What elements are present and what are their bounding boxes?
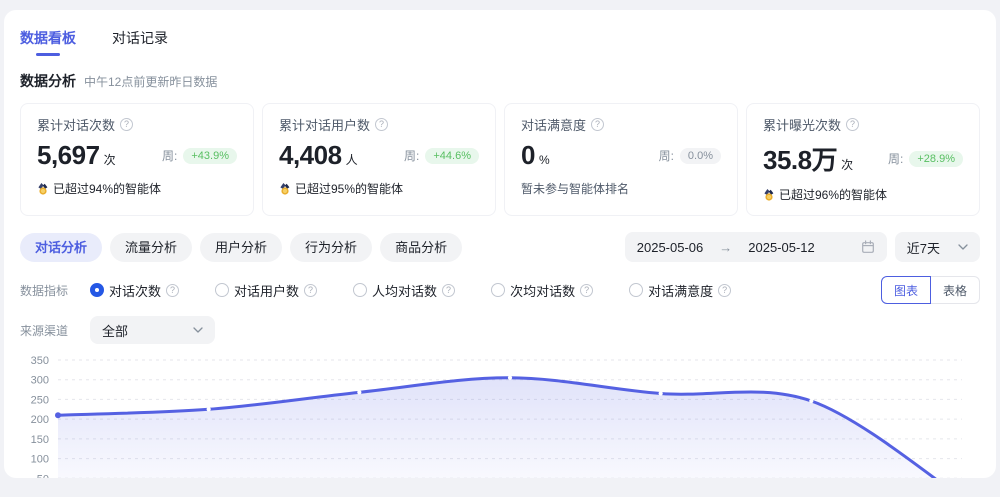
- source-channel-label: 来源渠道: [20, 323, 69, 338]
- week-change-badge: 0.0%: [679, 147, 721, 164]
- tab-conversation-log-label: 对话记录: [112, 30, 168, 46]
- radio-dot[interactable]: [629, 283, 644, 297]
- svg-text:150: 150: [31, 434, 49, 446]
- stat-title: 累计曝光次数: [763, 118, 842, 133]
- radio-dot[interactable]: [353, 283, 368, 297]
- chevron-down-icon: [958, 244, 968, 250]
- stat-value: 0: [521, 140, 535, 170]
- date-start[interactable]: 2025-05-06: [637, 240, 704, 255]
- metric-row: 数据指标 对话次数 ? 对话用户数 ? 人均对话数 ? 次均对话数 ? 对话满意…: [20, 276, 980, 304]
- svg-text:50: 50: [37, 473, 49, 478]
- section-title: 数据分析: [20, 73, 76, 89]
- stat-value: 35.8万: [763, 145, 838, 175]
- medal-icon: [764, 188, 774, 201]
- metrics-label: 数据指标: [20, 283, 69, 298]
- section-subtitle: 中午12点前更新昨日数据: [84, 75, 218, 89]
- stat-card-total-conversations: 累计对话次数 ? 5,697 次 周: +43.9% 已超过94%的智能体: [20, 103, 254, 216]
- week-label: 周:: [658, 149, 674, 163]
- date-preset-select[interactable]: 近7天: [894, 232, 980, 262]
- filter-row: 对话分析 流量分析 用户分析 行为分析 商品分析 2025-05-06 → 20…: [20, 232, 980, 262]
- date-preset-value: 近7天: [906, 240, 940, 256]
- stat-unit: 次: [841, 158, 854, 172]
- radio-satisfaction[interactable]: 对话满意度 ?: [629, 281, 732, 300]
- help-icon[interactable]: ?: [846, 118, 860, 131]
- radio-conversation-count[interactable]: 对话次数 ?: [90, 281, 180, 300]
- stat-title: 累计对话次数: [37, 118, 116, 133]
- date-end[interactable]: 2025-05-12: [748, 240, 815, 255]
- date-range-picker[interactable]: 2025-05-06 → 2025-05-12: [624, 232, 887, 262]
- view-table-button[interactable]: 表格: [930, 276, 980, 304]
- stat-unit: 次: [103, 153, 116, 167]
- stat-footer-text: 已超过95%的智能体: [295, 182, 404, 196]
- radio-dot[interactable]: [90, 283, 105, 297]
- tab-behavior-analysis[interactable]: 行为分析: [290, 232, 373, 262]
- medal-icon: [38, 182, 48, 195]
- active-tab-underline: [36, 53, 60, 56]
- radio-dot[interactable]: [215, 283, 230, 297]
- stat-unit: %: [538, 153, 550, 167]
- stat-unit: 人: [345, 153, 358, 167]
- tab-conversation-analysis[interactable]: 对话分析: [20, 232, 103, 262]
- svg-text:300: 300: [31, 375, 49, 387]
- dashboard-panel: 数据看板 对话记录 数据分析 中午12点前更新昨日数据 累计对话次数 ? 5,6…: [4, 10, 996, 478]
- week-label: 周:: [162, 149, 178, 163]
- radio-avg-conversations-per-user[interactable]: 人均对话数 ?: [353, 281, 456, 300]
- svg-text:100: 100: [31, 454, 49, 466]
- help-icon[interactable]: ?: [120, 118, 134, 131]
- radio-dot[interactable]: [491, 283, 506, 297]
- tab-data-dashboard[interactable]: 数据看板: [20, 28, 76, 56]
- stat-card-satisfaction: 对话满意度 ? 0 % 周: 0.0% 暂未参与智能体排名: [504, 103, 738, 216]
- week-change-badge: +28.9%: [909, 150, 963, 167]
- stat-footer-text: 暂未参与智能体排名: [521, 182, 630, 196]
- week-change-badge: +44.6%: [425, 147, 479, 164]
- source-channel-value: 全部: [102, 323, 129, 339]
- stat-value: 4,408: [279, 140, 342, 170]
- radio-avg-rounds-per-conversation[interactable]: 次均对话数 ?: [491, 281, 594, 300]
- help-icon[interactable]: ?: [718, 283, 732, 297]
- week-label: 周:: [404, 149, 420, 163]
- stat-title: 对话满意度: [521, 118, 587, 133]
- top-tabs: 数据看板 对话记录: [20, 28, 980, 56]
- help-icon[interactable]: ?: [304, 283, 318, 297]
- tab-data-dashboard-label: 数据看板: [20, 30, 76, 46]
- help-icon[interactable]: ?: [375, 118, 389, 131]
- stat-cards-row: 累计对话次数 ? 5,697 次 周: +43.9% 已超过94%的智能体 累计…: [20, 103, 980, 216]
- week-label: 周:: [888, 152, 904, 166]
- stat-footer-text: 已超过94%的智能体: [53, 182, 162, 196]
- chevron-down-icon: [193, 327, 203, 333]
- section-head: 数据分析 中午12点前更新昨日数据: [20, 71, 980, 91]
- svg-text:350: 350: [31, 355, 49, 367]
- stat-value: 5,697: [37, 140, 100, 170]
- view-toggle: 图表 表格: [880, 276, 980, 304]
- radio-conversation-users[interactable]: 对话用户数 ?: [215, 281, 318, 300]
- tab-product-analysis[interactable]: 商品分析: [380, 232, 463, 262]
- stat-card-total-users: 累计对话用户数 ? 4,408 人 周: +44.6% 已超过95%的智能体: [262, 103, 496, 216]
- help-icon[interactable]: ?: [442, 283, 456, 297]
- help-icon[interactable]: ?: [166, 283, 180, 297]
- tab-conversation-log[interactable]: 对话记录: [112, 28, 168, 48]
- medal-icon: [280, 182, 290, 195]
- help-icon[interactable]: ?: [580, 283, 594, 297]
- stat-title: 累计对话用户数: [279, 118, 371, 133]
- help-icon[interactable]: ?: [591, 118, 605, 131]
- calendar-icon: [861, 240, 875, 254]
- stat-footer-text: 已超过96%的智能体: [779, 188, 888, 202]
- source-channel-select[interactable]: 全部: [90, 316, 216, 344]
- date-range-arrow: →: [719, 239, 733, 255]
- source-row: 来源渠道 全部: [20, 316, 980, 344]
- svg-text:250: 250: [31, 394, 49, 406]
- tab-traffic-analysis[interactable]: 流量分析: [110, 232, 193, 262]
- svg-text:200: 200: [31, 414, 49, 426]
- analysis-tabs: 对话分析 流量分析 用户分析 行为分析 商品分析: [20, 232, 463, 262]
- tab-user-analysis[interactable]: 用户分析: [200, 232, 283, 262]
- stat-card-total-impressions: 累计曝光次数 ? 35.8万 次 周: +28.9% 已超过96%的智能体: [746, 103, 980, 216]
- chart-area: 0501001502002503003502025/05/062025/05/0…: [20, 350, 980, 478]
- view-chart-button[interactable]: 图表: [880, 276, 931, 304]
- conversations-line-chart[interactable]: 0501001502002503003502025/05/062025/05/0…: [20, 350, 988, 478]
- week-change-badge: +43.9%: [183, 147, 237, 164]
